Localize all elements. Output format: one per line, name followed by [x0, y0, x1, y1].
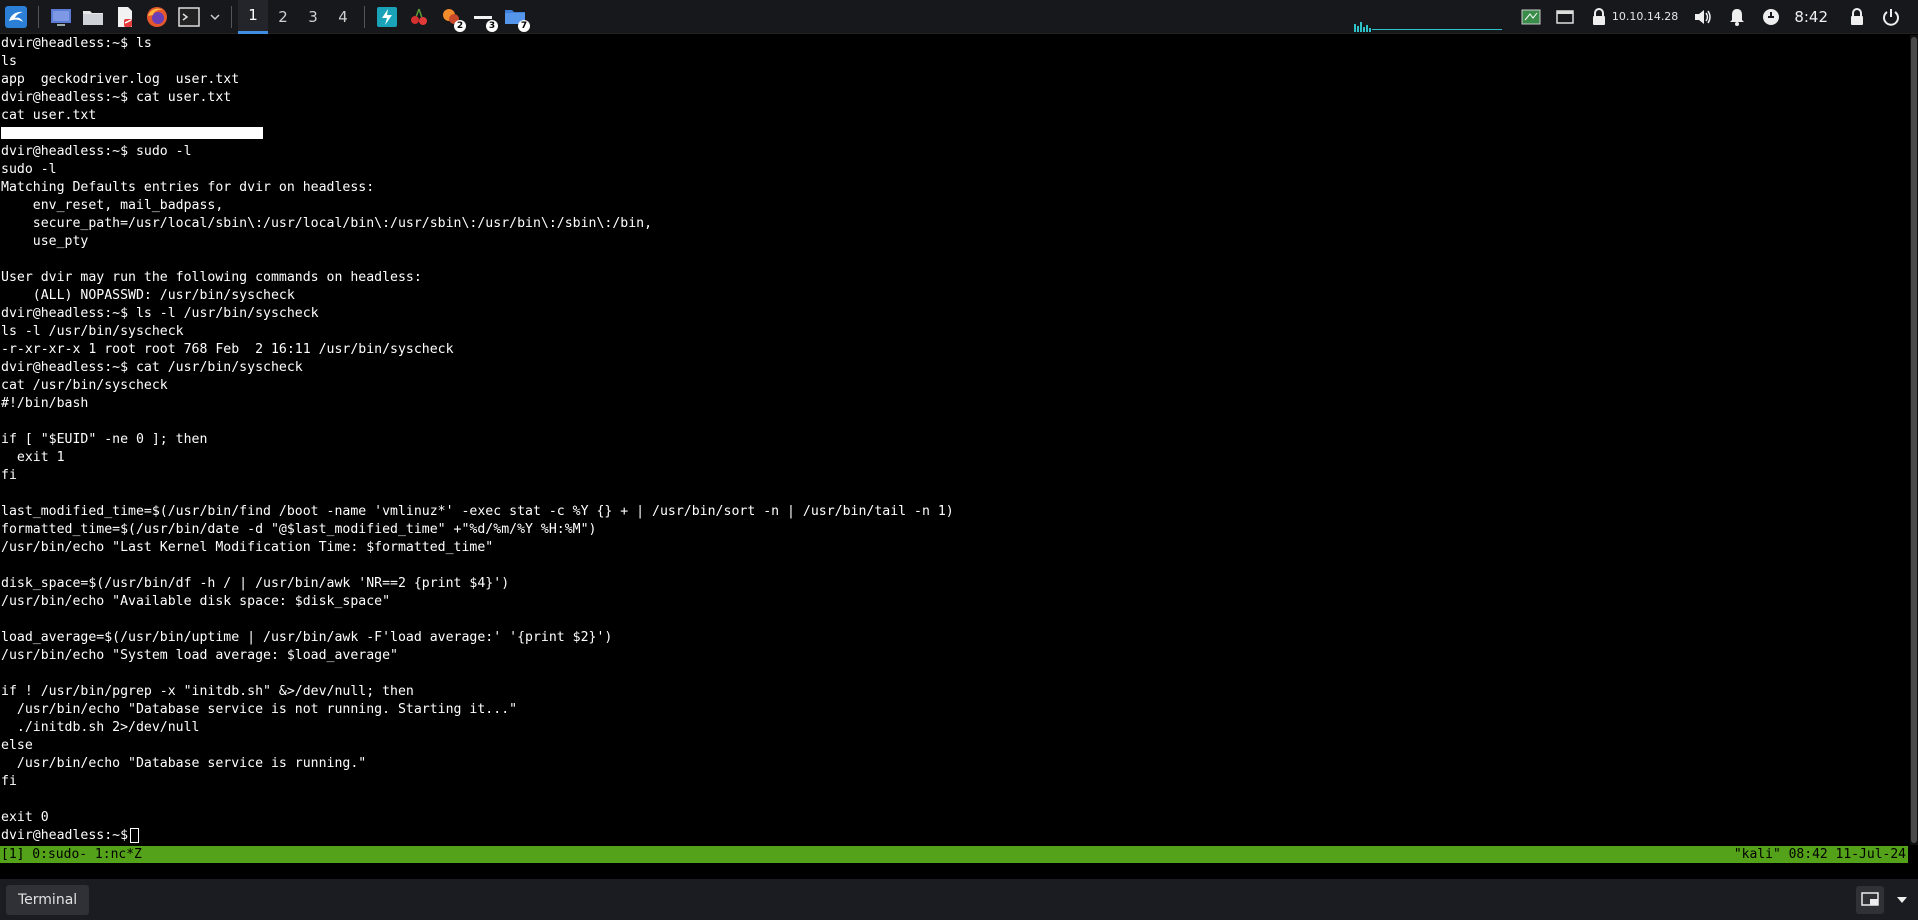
terminal-line: use_pty	[1, 234, 89, 249]
chevron-down-icon[interactable]	[1888, 886, 1916, 914]
terminal-line: dvir@headless:~$ cat user.txt	[1, 90, 232, 105]
terminal-line: #!/bin/bash	[1, 396, 89, 411]
volume-icon[interactable]	[1692, 6, 1714, 28]
workspace-2[interactable]: 2	[268, 0, 298, 34]
terminal-line: else	[1, 738, 33, 753]
vpn-screen-icon[interactable]	[1520, 6, 1542, 28]
app-badge-count: 3	[486, 19, 498, 32]
terminal-line: fi	[1, 468, 17, 483]
network-graph	[1353, 0, 1504, 34]
terminal-line: -r-xr-xr-x 1 root root 768 Feb 2 16:11 /…	[1, 342, 454, 357]
panel-gap	[0, 863, 1918, 879]
terminal-line: /usr/bin/echo "Available disk space: $di…	[1, 594, 391, 609]
terminal-window-icon-badge-3[interactable]: 3	[470, 4, 498, 32]
bottom-panel: Terminal	[0, 879, 1918, 920]
folder-icon-badge-7[interactable]: 7	[502, 4, 530, 32]
terminal-line: app geckodriver.log user.txt	[1, 72, 240, 87]
app-badge-count: 7	[518, 19, 530, 32]
panel-separator	[231, 5, 232, 28]
terminal-line: env_reset, mail_badpass,	[1, 198, 224, 213]
workspace-4[interactable]: 4	[328, 0, 358, 34]
terminal-line: last_modified_time=$(/usr/bin/find /boot…	[1, 504, 954, 519]
terminal-output: dvir@headless:~$ ls ls app geckodriver.log…	[1, 35, 954, 845]
bottom-panel-right	[1854, 879, 1918, 920]
terminal-line: dvir@headless:~$ ls	[1, 36, 152, 51]
terminal-line: /usr/bin/echo "Last Kernel Modification …	[1, 540, 494, 555]
panel-left: 1 2 3 4 2 3 7	[0, 0, 531, 34]
terminal-line: cat /usr/bin/syscheck	[1, 378, 168, 393]
terminal-line: /usr/bin/echo "System load average: $loa…	[1, 648, 398, 663]
terminal-line: Matching Defaults entries for dvir on he…	[1, 180, 375, 195]
power-manager-icon[interactable]	[1760, 6, 1782, 28]
terminal-cursor	[130, 827, 140, 843]
terminal-line: cat user.txt	[1, 108, 97, 123]
terminal-line: dvir@headless:~$ sudo -l	[1, 144, 192, 159]
panel-right: 10.10.14.28 8:42	[1353, 0, 1918, 34]
terminal-line: /usr/bin/echo "Database service is not r…	[1, 702, 518, 717]
terminal-line: fi	[1, 774, 17, 789]
panel-separator	[38, 5, 39, 28]
window-display-icon[interactable]	[1554, 6, 1576, 28]
terminal-prompt-line[interactable]: dvir@headless:~$	[1, 827, 954, 845]
text-editor-icon[interactable]	[112, 4, 138, 30]
terminal-window[interactable]: dvir@headless:~$ ls ls app geckodriver.log…	[0, 35, 1908, 845]
taskbar-terminal-label: Terminal	[18, 891, 78, 908]
terminal-line: User dvir may run the following commands…	[1, 270, 422, 285]
show-desktop-icon[interactable]	[1856, 885, 1884, 914]
taskbar-terminal-button[interactable]: Terminal	[6, 884, 90, 915]
terminal-line: exit 1	[1, 450, 65, 465]
network-lock-icon[interactable]	[1588, 6, 1610, 28]
redacted-flag	[1, 127, 263, 139]
tmux-status-bar: [1] 0:sudo- 1:nc*Z "kali" 08:42 11-Jul-2…	[0, 846, 1908, 863]
app-icon-badge-2[interactable]: 2	[438, 4, 466, 32]
firefox-icon[interactable]	[144, 4, 170, 30]
terminal-scrollbar[interactable]	[1910, 35, 1918, 845]
power-icon[interactable]	[1880, 6, 1902, 28]
terminal-line: exit 0	[1, 810, 49, 825]
lock-screen-icon[interactable]	[1846, 6, 1868, 28]
terminal-line: if ! /usr/bin/pgrep -x "initdb.sh" &>/de…	[1, 684, 414, 699]
terminal-line: dvir@headless:~$ ls -l /usr/bin/syscheck	[1, 306, 319, 321]
terminal-line: formatted_time=$(/usr/bin/date -d "@$las…	[1, 522, 597, 537]
clock[interactable]: 8:42	[1794, 8, 1828, 26]
terminal-line: ls	[1, 54, 17, 69]
terminal-line: dvir@headless:~$ cat /usr/bin/syscheck	[1, 360, 303, 375]
terminal-line: disk_space=$(/usr/bin/df -h / | /usr/bin…	[1, 576, 510, 591]
terminal-line: ./initdb.sh 2>/dev/null	[1, 720, 200, 735]
top-panel: 1 2 3 4 2 3 7 10.10.14.28 8:42	[0, 0, 1918, 34]
file-manager-icon[interactable]	[80, 4, 106, 30]
terminal-line: /usr/bin/echo "Database service is runni…	[1, 756, 367, 771]
terminal-line: load_average=$(/usr/bin/uptime | /usr/bi…	[1, 630, 613, 645]
ip-address: 10.10.14.28	[1611, 10, 1679, 23]
workspace-1[interactable]: 1	[238, 0, 268, 34]
terminal-app-icon[interactable]	[176, 4, 202, 30]
workspace-3[interactable]: 3	[298, 0, 328, 34]
scrollbar-thumb[interactable]	[1911, 37, 1917, 843]
notification-bell-icon[interactable]	[1726, 6, 1748, 28]
tmux-status-right: "kali" 08:42 11-Jul-24	[1733, 847, 1906, 862]
terminal-line: sudo -l	[1, 162, 57, 177]
burpsuite-icon[interactable]	[374, 4, 400, 30]
panel-separator	[364, 5, 365, 28]
terminal-line	[1, 125, 954, 143]
terminal-line: ls -l /usr/bin/syscheck	[1, 324, 184, 339]
chevron-down-icon[interactable]	[208, 4, 222, 30]
terminal-prompt: dvir@headless:~$	[1, 828, 129, 843]
tmux-window-list: [1] 0:sudo- 1:nc*Z	[1, 847, 142, 862]
terminal-line: secure_path=/usr/local/sbin\:/usr/local/…	[1, 216, 653, 231]
kali-menu-icon[interactable]	[3, 4, 29, 30]
terminal-line: (ALL) NOPASSWD: /usr/bin/syscheck	[1, 288, 295, 303]
show-desktop-icon[interactable]	[48, 4, 74, 30]
cherrytree-icon[interactable]	[406, 4, 432, 30]
terminal-line: if [ "$EUID" -ne 0 ]; then	[1, 432, 208, 447]
app-badge-count: 2	[454, 19, 466, 32]
